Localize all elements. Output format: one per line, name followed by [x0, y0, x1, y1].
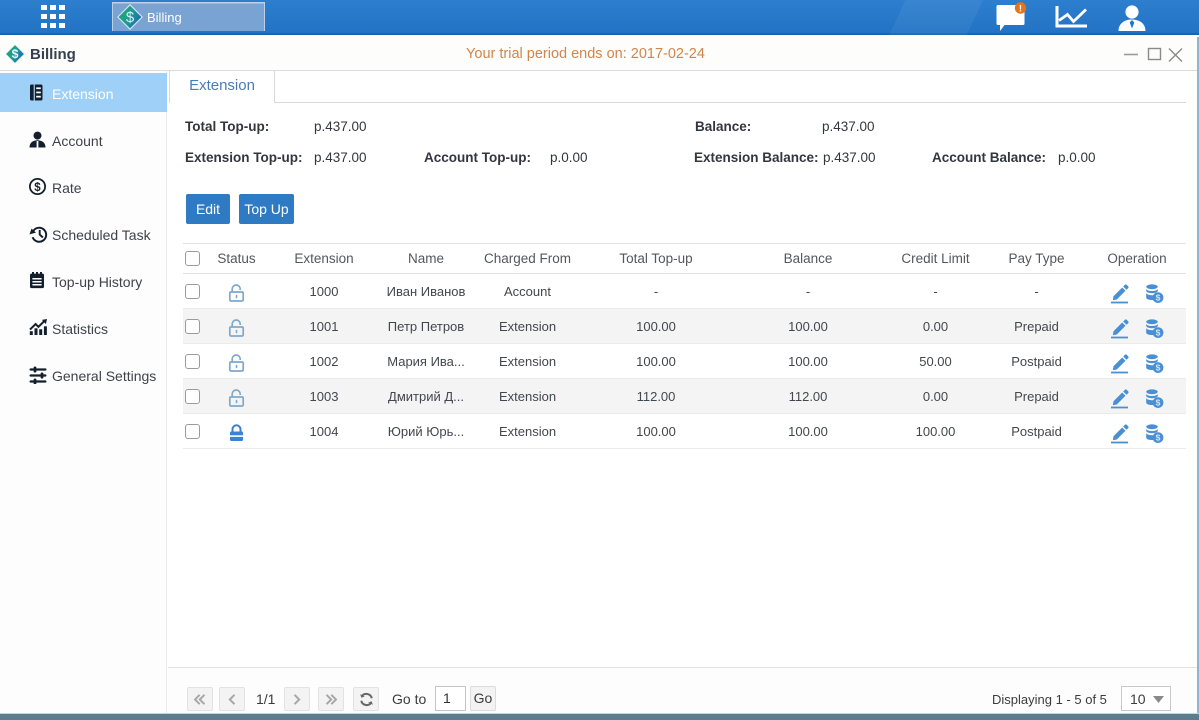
svg-text:$: $ — [126, 9, 135, 26]
svg-text:!: ! — [1019, 4, 1022, 15]
svg-text:$: $ — [34, 182, 41, 194]
